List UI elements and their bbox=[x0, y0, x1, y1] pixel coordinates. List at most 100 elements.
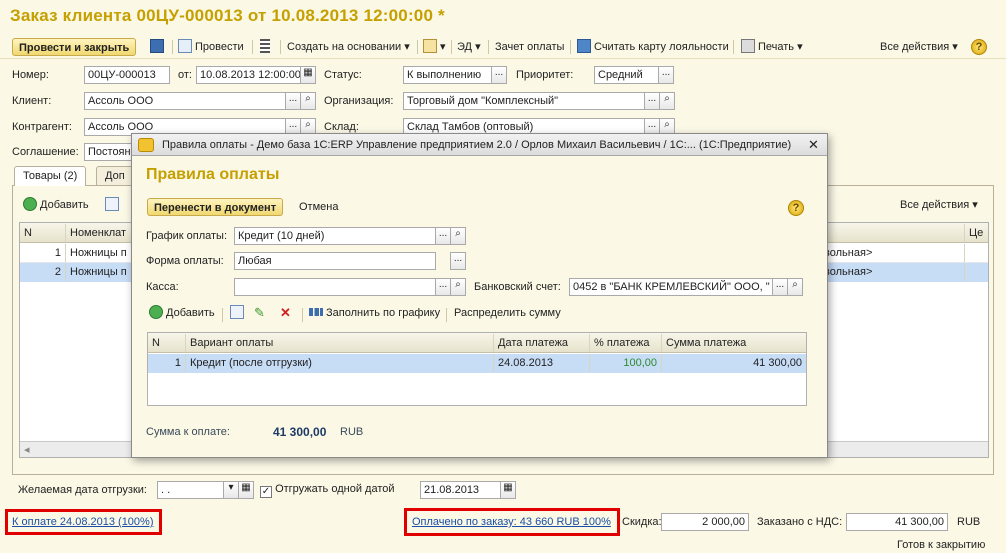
chevron-down-icon[interactable]: ▾ bbox=[223, 481, 239, 499]
copy-icon[interactable] bbox=[105, 196, 122, 214]
help-icon[interactable]: ? bbox=[788, 200, 804, 216]
printer-icon bbox=[741, 39, 755, 53]
calendar-icon[interactable]: ▦ bbox=[500, 481, 516, 499]
goods-all-actions-label: Все действия bbox=[900, 199, 970, 211]
calendar-icon[interactable]: ▦ bbox=[300, 66, 316, 84]
col-n: N bbox=[20, 224, 66, 242]
save-icon[interactable] bbox=[150, 38, 167, 56]
search-icon[interactable]: ⌕ bbox=[787, 278, 803, 296]
row-n: 1 bbox=[20, 244, 66, 262]
ship-date-field[interactable]: 21.08.2013 bbox=[420, 481, 502, 499]
goods-all-actions-menu[interactable]: Все действия ▾ bbox=[900, 196, 978, 214]
delete-icon[interactable]: ✕ bbox=[280, 304, 291, 322]
ed-menu[interactable]: ЭД ▾ bbox=[457, 38, 481, 56]
priority-select-button[interactable]: ... bbox=[658, 66, 674, 84]
scroll-left-icon[interactable]: ◂ bbox=[24, 443, 30, 456]
chevron-down-icon: ▾ bbox=[972, 199, 978, 211]
dialog-heading: Правила оплаты bbox=[146, 166, 280, 183]
row-n: 1 bbox=[148, 354, 186, 372]
cash-field[interactable] bbox=[234, 278, 436, 296]
priority-field[interactable]: Средний bbox=[594, 66, 660, 84]
schedule-label: График оплаты: bbox=[146, 230, 228, 242]
agreement-label: Соглашение: bbox=[12, 146, 79, 158]
goods-add-button[interactable]: Добавить bbox=[23, 196, 89, 214]
client-field[interactable]: Ассоль ООО bbox=[84, 92, 286, 110]
dialog-title-text: Правила оплаты - Демо база 1С:ERP Управл… bbox=[162, 139, 792, 151]
number-label: Номер: bbox=[12, 69, 49, 81]
desired-date-label: Желаемая дата отгрузки: bbox=[18, 484, 147, 496]
edit-icon[interactable]: ✎ bbox=[254, 304, 265, 322]
print-menu[interactable]: Печать ▾ bbox=[741, 38, 803, 56]
tab-goods[interactable]: Товары (2) bbox=[14, 166, 87, 186]
date-label: от: bbox=[178, 69, 192, 81]
post-button[interactable]: Провести bbox=[178, 38, 244, 56]
discount-field[interactable]: 2 000,00 bbox=[661, 513, 749, 531]
dialog-add-button[interactable]: Добавить bbox=[149, 304, 215, 322]
all-actions-menu[interactable]: Все действия ▾ bbox=[880, 38, 958, 56]
cash-label: Касса: bbox=[146, 281, 179, 293]
status-field[interactable]: К выполнению bbox=[403, 66, 493, 84]
post-label: Провести bbox=[195, 41, 244, 53]
cash-select-button[interactable]: ... bbox=[435, 278, 451, 296]
org-label: Организация: bbox=[324, 95, 394, 107]
number-field[interactable]: 00ЦУ-000013 bbox=[84, 66, 170, 84]
ordered-field[interactable]: 41 300,00 bbox=[846, 513, 948, 531]
transfer-button[interactable]: Перенести в документ bbox=[147, 198, 284, 216]
cancel-button[interactable]: Отмена bbox=[299, 198, 338, 216]
all-actions-label: Все действия bbox=[880, 41, 950, 53]
bank-label: Банковский счет: bbox=[474, 281, 561, 293]
contractor-label: Контрагент: bbox=[12, 121, 72, 133]
search-icon[interactable]: ⌕ bbox=[450, 278, 466, 296]
pay-link[interactable]: К оплате 24.08.2013 (100%) bbox=[12, 516, 154, 528]
schedule-select-button[interactable]: ... bbox=[435, 227, 451, 245]
bank-select-button[interactable]: ... bbox=[772, 278, 788, 296]
table-row[interactable]: 1 Кредит (после отгрузки) 24.08.2013 100… bbox=[148, 354, 806, 373]
ready-close-label: Готов к закрытию bbox=[897, 539, 986, 551]
pay-form-field[interactable]: Любая bbox=[234, 252, 436, 270]
agreement-field[interactable]: Постоян bbox=[84, 143, 134, 161]
search-icon[interactable]: ⌕ bbox=[450, 227, 466, 245]
client-select-button[interactable]: ... bbox=[285, 92, 301, 110]
docs-menu[interactable]: ▾ bbox=[423, 38, 446, 56]
card-icon bbox=[577, 39, 591, 53]
search-icon[interactable]: ⌕ bbox=[659, 92, 675, 110]
schedule-field[interactable]: Кредит (10 дней) bbox=[234, 227, 436, 245]
loyalty-label: Считать карту лояльности bbox=[594, 41, 729, 53]
dialog-titlebar[interactable]: Правила оплаты - Демо база 1С:ERP Управл… bbox=[132, 134, 827, 156]
main-toolbar: Провести и закрыть Провести Создать на о… bbox=[0, 35, 1006, 59]
pay-form-select-button[interactable]: ... bbox=[450, 252, 466, 270]
distribute-button[interactable]: Распределить сумму bbox=[454, 304, 561, 322]
bank-field[interactable]: 0452 в "БАНК КРЕМЛЕВСКИЙ" ООО, " bbox=[569, 278, 773, 296]
help-icon[interactable]: ? bbox=[971, 38, 987, 56]
col-hidden bbox=[815, 224, 965, 242]
status-select-button[interactable]: ... bbox=[491, 66, 507, 84]
fill-schedule-button[interactable]: Заполнить по графику bbox=[309, 304, 440, 322]
checkbox-icon: ✓ bbox=[260, 486, 272, 498]
total-value: 41 300,00 bbox=[273, 425, 327, 439]
tab-additional[interactable]: Доп bbox=[96, 166, 136, 186]
list-icon[interactable] bbox=[260, 38, 273, 56]
priority-label: Приоритет: bbox=[516, 69, 574, 81]
invoice-button[interactable]: Зачет оплаты bbox=[495, 38, 564, 56]
copy-icon[interactable] bbox=[230, 304, 247, 322]
chevron-down-icon: ▾ bbox=[952, 41, 958, 53]
payment-rules-dialog: Правила оплаты - Демо база 1С:ERP Управл… bbox=[131, 133, 828, 458]
loyalty-button[interactable]: Считать карту лояльности bbox=[577, 38, 729, 56]
ship-one-date-label: Отгружать одной датой bbox=[275, 483, 395, 495]
create-based-menu[interactable]: Создать на основании ▾ bbox=[287, 38, 410, 56]
paid-link[interactable]: Оплачено по заказу: 43 660 RUB 100% bbox=[412, 516, 611, 528]
add-icon bbox=[23, 197, 37, 211]
post-close-button[interactable]: Провести и закрыть bbox=[12, 38, 137, 56]
search-icon[interactable]: ⌕ bbox=[300, 92, 316, 110]
ship-one-date-checkbox[interactable]: ✓ Отгружать одной датой bbox=[260, 483, 395, 498]
org-field[interactable]: Торговый дом "Комплексный" bbox=[403, 92, 645, 110]
org-select-button[interactable]: ... bbox=[644, 92, 660, 110]
col-nomenclature: Номенклат bbox=[66, 224, 134, 242]
row-tail: звольная> bbox=[815, 263, 965, 281]
close-icon[interactable]: ✕ bbox=[808, 134, 819, 156]
desired-date-field[interactable]: . . bbox=[157, 481, 225, 499]
calendar-icon[interactable]: ▦ bbox=[238, 481, 254, 499]
dialog-add-label: Добавить bbox=[166, 307, 215, 319]
date-field[interactable]: 10.08.2013 12:00:00 bbox=[196, 66, 302, 84]
chevron-down-icon: ▾ bbox=[797, 41, 803, 53]
